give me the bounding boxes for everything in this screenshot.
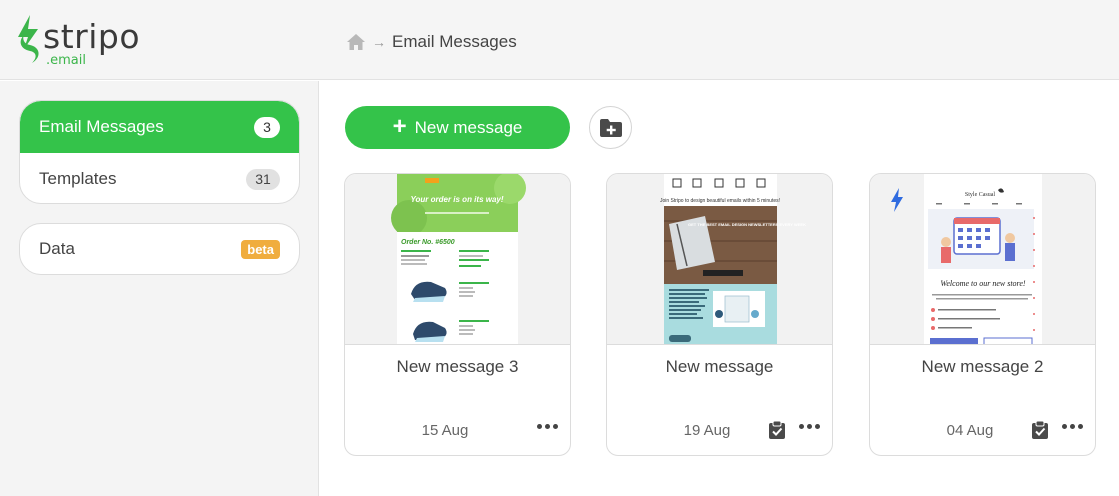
more-options-icon[interactable] [1062, 424, 1083, 429]
message-date: 15 Aug [421, 422, 469, 439]
email-messages-count-badge: 3 [254, 116, 280, 138]
message-thumbnail[interactable]: Style Casual Welcome to our new store! [870, 174, 1095, 345]
thumb-newsletter-subhead: GET THE BEST EMAIL DESIGN NEWSLETTERS EV… [688, 222, 806, 227]
sidebar: Email Messages 3 Templates 31 Data beta [0, 81, 319, 496]
message-title[interactable]: New message 2 [870, 357, 1095, 377]
top-header: stripo .email → Email Messages [0, 0, 1119, 80]
thumb-order-headline: Your order is on its way! [410, 195, 503, 204]
sidebar-item-label: Data [39, 239, 75, 258]
new-message-label: New message [414, 117, 523, 137]
stripo-bolt-icon [18, 15, 39, 63]
logo-wordmark: stripo [43, 17, 141, 56]
message-card[interactable]: Your order is on its way! Order No. #650… [344, 173, 571, 456]
new-message-button[interactable]: + New message [345, 106, 570, 149]
message-title[interactable]: New message 3 [345, 357, 570, 377]
message-card[interactable]: Join Stripo to design beautiful emails w… [606, 173, 833, 456]
sidebar-item-label: Templates [39, 169, 117, 188]
breadcrumb: → Email Messages [346, 32, 517, 52]
thumb-store-brand: Style Casual [965, 192, 995, 198]
message-title[interactable]: New message [607, 357, 832, 377]
more-options-icon[interactable] [799, 424, 820, 429]
newsletter-email-preview: Join Stripo to design beautiful emails w… [660, 174, 806, 344]
add-folder-icon [599, 118, 622, 137]
sidebar-item-data[interactable]: Data beta [19, 223, 300, 275]
sidebar-item-email-messages[interactable]: Email Messages 3 [20, 101, 299, 153]
thumb-store-headline: Welcome to our new store! [940, 279, 1026, 288]
sidebar-nav-group: Email Messages 3 Templates 31 [19, 100, 300, 204]
amp-lightning-icon [891, 188, 903, 212]
home-icon[interactable] [346, 33, 366, 51]
stripo-logo[interactable]: stripo .email [16, 15, 156, 68]
message-thumbnail[interactable]: Join Stripo to design beautiful emails w… [607, 174, 832, 345]
more-options-icon[interactable] [537, 424, 558, 429]
breadcrumb-arrow-icon: → [372, 34, 386, 50]
sidebar-item-templates[interactable]: Templates 31 [20, 153, 299, 203]
logo-suffix: .email [46, 53, 86, 68]
message-thumbnail[interactable]: Your order is on its way! Order No. #650… [345, 174, 570, 345]
breadcrumb-current: Email Messages [392, 32, 517, 51]
clipboard-check-icon[interactable] [1031, 420, 1049, 440]
sidebar-item-label: Email Messages [39, 117, 164, 136]
plus-icon: + [392, 112, 407, 140]
clipboard-check-icon[interactable] [768, 420, 786, 440]
new-folder-button[interactable] [589, 106, 632, 149]
thumb-newsletter-headline: Join Stripo to design beautiful emails w… [660, 198, 780, 204]
beta-badge: beta [241, 239, 280, 259]
order-email-preview: Your order is on its way! Order No. #650… [391, 174, 526, 344]
templates-count-badge: 31 [246, 168, 280, 190]
message-card[interactable]: Style Casual Welcome to our new store! N… [869, 173, 1096, 456]
thumb-order-number: Order No. #6500 [401, 239, 455, 246]
